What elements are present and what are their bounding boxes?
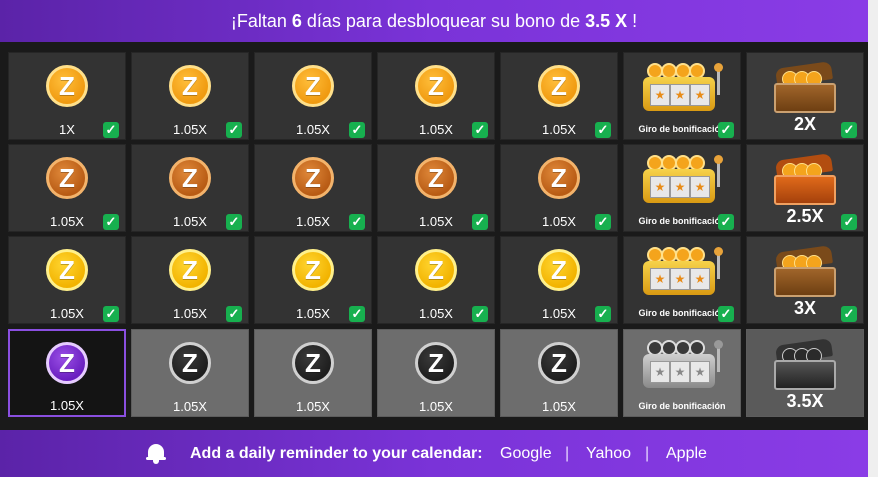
bonus-spin-tile: ★ ★ ★ Giro de bonificación ✓ — [623, 52, 741, 140]
coin-icon: Z — [169, 249, 211, 291]
multiplier-label: 1.05X — [296, 399, 330, 414]
reminder-footer: Add a daily reminder to your calendar: G… — [0, 430, 868, 477]
day-tile: Z 1.05X ✓ — [500, 144, 618, 232]
multiplier-label: 1.05X — [419, 399, 453, 414]
coin-icon: Z — [538, 157, 580, 199]
check-icon: ✓ — [226, 306, 242, 322]
coin-icon: Z — [46, 342, 88, 384]
google-calendar-link[interactable]: Google — [500, 445, 552, 463]
coin-icon: Z — [292, 342, 334, 384]
day-tile: Z 1.05X ✓ — [8, 144, 126, 232]
check-icon: ✓ — [841, 122, 857, 138]
coin-icon: Z — [415, 157, 457, 199]
check-icon: ✓ — [595, 122, 611, 138]
coin-icon: Z — [415, 65, 457, 107]
bonus-header: ¡Faltan 6 días para desbloquear su bono … — [0, 0, 868, 42]
separator: | — [645, 445, 650, 462]
chest-tile: 3X ✓ — [746, 236, 864, 324]
treasure-chest-icon — [772, 61, 838, 115]
day-tile: Z 1.05X ✓ — [131, 52, 249, 140]
check-icon: ✓ — [103, 306, 119, 322]
locked-chest-tile: 3.5X — [746, 329, 864, 417]
locked-day-tile: Z 1.05X — [500, 329, 618, 417]
slot-machine-icon: ★ ★ ★ — [641, 247, 723, 299]
yahoo-calendar-link[interactable]: Yahoo — [586, 445, 631, 463]
treasure-chest-icon — [772, 338, 838, 392]
chest-tile: 2X ✓ — [746, 52, 864, 140]
check-icon: ✓ — [472, 306, 488, 322]
coin-icon: Z — [538, 249, 580, 291]
day-tile: Z 1.05X ✓ — [131, 236, 249, 324]
multiplier-label: 1.05X — [542, 399, 576, 414]
treasure-chest-icon — [772, 245, 838, 299]
coin-icon: Z — [292, 65, 334, 107]
coin-icon: Z — [169, 157, 211, 199]
bonus-spin-tile: ★ ★ ★ Giro de bonificación ✓ — [623, 236, 741, 324]
day-tile: Z 1.05X ✓ — [254, 144, 372, 232]
check-icon: ✓ — [718, 306, 734, 322]
check-icon: ✓ — [718, 122, 734, 138]
slot-machine-icon: ★ ★ ★ — [641, 63, 723, 115]
check-icon: ✓ — [595, 214, 611, 230]
day-tile: Z 1.05X ✓ — [500, 236, 618, 324]
slot-machine-icon: ★ ★ ★ — [641, 340, 723, 392]
coin-icon: Z — [169, 342, 211, 384]
multiplier-label: 1.05X — [173, 399, 207, 414]
check-icon: ✓ — [103, 214, 119, 230]
locked-day-tile: Z 1.05X — [377, 329, 495, 417]
apple-calendar-link[interactable]: Apple — [666, 445, 707, 463]
coin-icon: Z — [415, 249, 457, 291]
day-tile: Z 1.05X ✓ — [254, 236, 372, 324]
day-tile: Z 1.05X ✓ — [131, 144, 249, 232]
bonus-spin-label: Giro de bonificación — [638, 401, 726, 411]
locked-day-tile: Z 1.05X — [254, 329, 372, 417]
chest-tile: 2.5X ✓ — [746, 144, 864, 232]
check-icon: ✓ — [226, 122, 242, 138]
locked-bonus-spin-tile: ★ ★ ★ Giro de bonificación — [623, 329, 741, 417]
check-icon: ✓ — [472, 122, 488, 138]
bell-icon — [146, 442, 166, 464]
chest-multiplier: 3.5X — [786, 391, 824, 411]
coin-icon: Z — [169, 65, 211, 107]
days-count: 6 — [291, 11, 302, 31]
header-suffix: ! — [627, 11, 638, 31]
header-middle: días para desbloquear su bono de — [301, 11, 586, 31]
coin-icon: Z — [292, 249, 334, 291]
check-icon: ✓ — [226, 214, 242, 230]
coin-icon: Z — [292, 157, 334, 199]
check-icon: ✓ — [841, 214, 857, 230]
day-tile: Z 1.05X ✓ — [500, 52, 618, 140]
scrollbar[interactable] — [868, 0, 878, 477]
coin-icon: Z — [46, 157, 88, 199]
day-tile: Z 1.05X ✓ — [377, 236, 495, 324]
reminder-text: Add a daily reminder to your calendar: — [190, 445, 483, 462]
check-icon: ✓ — [349, 214, 365, 230]
day-tile: Z 1X ✓ — [8, 52, 126, 140]
coin-icon: Z — [46, 249, 88, 291]
bonus-board: Z 1X ✓ Z 1.05X ✓ Z 1.05X ✓ Z 1.05X ✓ Z 1… — [0, 42, 868, 430]
check-icon: ✓ — [103, 122, 119, 138]
day-tile: Z 1.05X ✓ — [377, 52, 495, 140]
bonus-spin-tile: ★ ★ ★ Giro de bonificación ✓ — [623, 144, 741, 232]
coin-icon: Z — [538, 65, 580, 107]
check-icon: ✓ — [349, 122, 365, 138]
slot-machine-icon: ★ ★ ★ — [641, 155, 723, 207]
check-icon: ✓ — [472, 214, 488, 230]
bonus-value: 3.5 X — [585, 11, 628, 31]
current-day-tile[interactable]: Z 1.05X — [8, 329, 126, 417]
day-tile: Z 1.05X ✓ — [254, 52, 372, 140]
check-icon: ✓ — [349, 306, 365, 322]
separator: | — [565, 445, 570, 462]
day-tile: Z 1.05X ✓ — [377, 144, 495, 232]
check-icon: ✓ — [595, 306, 611, 322]
day-tile: Z 1.05X ✓ — [8, 236, 126, 324]
check-icon: ✓ — [718, 214, 734, 230]
coin-icon: Z — [415, 342, 457, 384]
coin-icon: Z — [538, 342, 580, 384]
locked-day-tile: Z 1.05X — [131, 329, 249, 417]
check-icon: ✓ — [841, 306, 857, 322]
treasure-chest-icon — [772, 153, 838, 207]
coin-icon: Z — [46, 65, 88, 107]
multiplier-label: 1.05X — [50, 398, 84, 413]
